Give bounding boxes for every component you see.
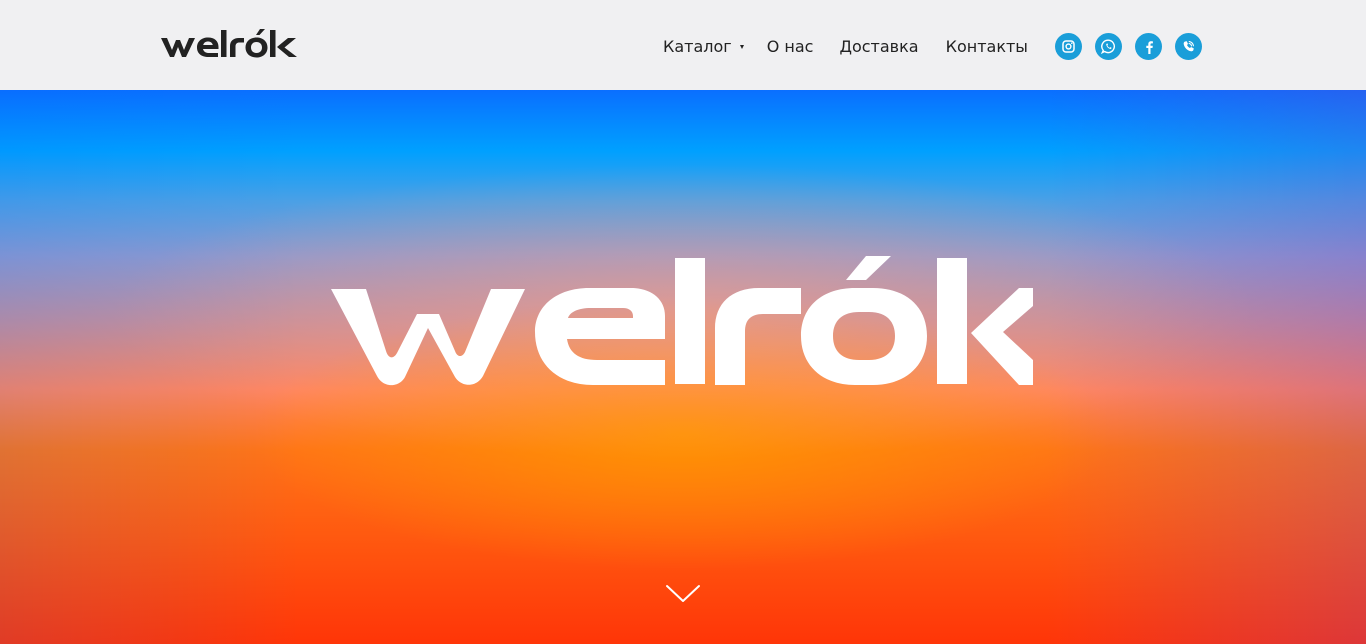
- site-header: Каталог О нас Доставка Контакты: [0, 0, 1366, 90]
- nav-about-label: О нас: [766, 36, 814, 56]
- nav-catalog-label: Каталог: [663, 36, 732, 56]
- hero-banner: [0, 90, 1366, 644]
- facebook-icon[interactable]: [1135, 33, 1162, 60]
- social-links: [1055, 33, 1202, 60]
- instagram-icon[interactable]: [1055, 33, 1082, 60]
- nav-about[interactable]: О нас: [767, 37, 814, 56]
- main-nav: Каталог О нас Доставка Контакты: [663, 34, 1028, 58]
- nav-delivery[interactable]: Доставка: [839, 37, 918, 56]
- header-logo[interactable]: [161, 28, 321, 60]
- hero-logo: [331, 256, 1033, 386]
- caret-down-icon: [739, 45, 744, 49]
- nav-contacts[interactable]: Контакты: [946, 37, 1028, 56]
- viber-icon[interactable]: [1175, 33, 1202, 60]
- nav-catalog[interactable]: Каталог: [663, 37, 744, 56]
- whatsapp-icon[interactable]: [1095, 33, 1122, 60]
- chevron-down-icon[interactable]: [665, 583, 701, 605]
- nav-delivery-label: Доставка: [839, 36, 919, 56]
- nav-contacts-label: Контакты: [945, 36, 1028, 56]
